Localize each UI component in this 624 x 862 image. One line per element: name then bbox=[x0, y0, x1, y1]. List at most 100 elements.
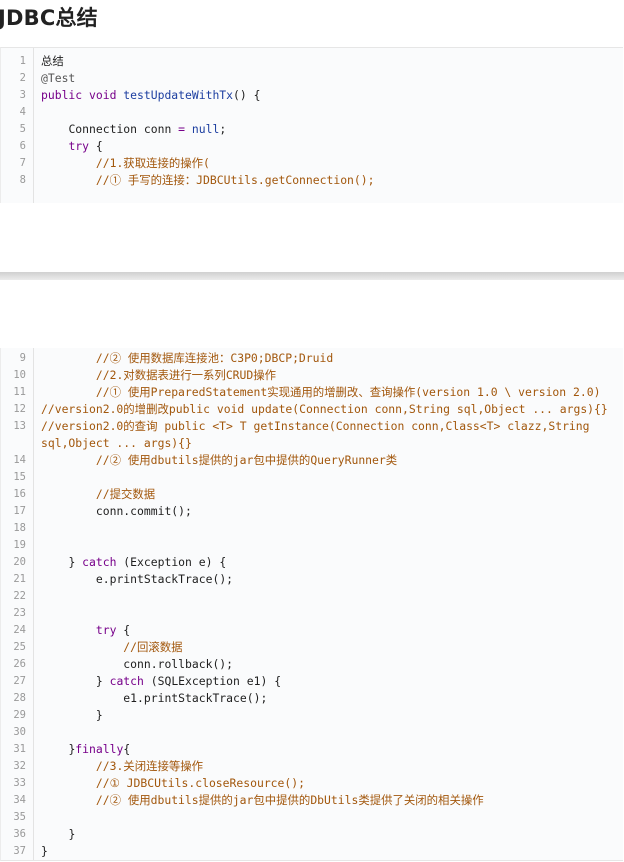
line-text: public void testUpdateWithTx() { bbox=[41, 87, 619, 104]
line-number: 24 bbox=[13, 624, 26, 636]
code-token: //① JDBCUtils.closeResource(); bbox=[41, 776, 305, 790]
line-number: 31 bbox=[13, 743, 26, 755]
code-token: //② 使用数据库连接池：C3P0;DBCP;Druid bbox=[41, 351, 334, 365]
page-break-divider bbox=[0, 272, 624, 280]
line-text: //② 使用数据库连接池：C3P0;DBCP;Druid bbox=[41, 350, 619, 367]
code-token: //提交数据 bbox=[41, 487, 156, 501]
code-token: conn.commit(); bbox=[41, 504, 192, 518]
code-token: } bbox=[41, 555, 83, 569]
code-line: 37} bbox=[1, 843, 623, 860]
code-line: 24 try { bbox=[1, 622, 623, 639]
code-token: //① 手写的连接：JDBCUtils.getConnection(); bbox=[41, 173, 375, 187]
line-number: 10 bbox=[13, 369, 26, 381]
code-line: 31 }finally{ bbox=[1, 741, 623, 758]
code-line: 33 //① JDBCUtils.closeResource(); bbox=[1, 775, 623, 792]
code-token: finally bbox=[75, 742, 124, 756]
code-token: ; bbox=[219, 122, 227, 136]
code-token: //version2.0的增删改public void update(Conne… bbox=[41, 402, 608, 416]
code-token: //version2.0的查询 public <T> T getInstance… bbox=[41, 419, 597, 450]
code-token: catch bbox=[82, 555, 117, 569]
line-text: //① JDBCUtils.closeResource(); bbox=[41, 775, 619, 792]
code-token: } bbox=[41, 827, 76, 841]
code-token: //1.获取连接的操作( bbox=[41, 156, 210, 170]
line-number: 33 bbox=[13, 777, 26, 789]
line-text: } catch (SQLException e1) { bbox=[41, 673, 619, 690]
code-token: //① 使用PreparedStatement实现通用的增删改、查询操作(ver… bbox=[41, 385, 601, 399]
code-line: 3 public void testUpdateWithTx() { bbox=[1, 87, 623, 104]
code-line: 14 //② 使用dbutils提供的jar包中提供的QueryRunner类 bbox=[1, 452, 623, 469]
code-token: } bbox=[41, 674, 110, 688]
code-line: 36 } bbox=[1, 826, 623, 843]
line-text: } bbox=[41, 843, 619, 860]
code-token: //2.对数据表进行一系列CRUD操作 bbox=[41, 368, 277, 382]
line-text: //2.对数据表进行一系列CRUD操作 bbox=[41, 367, 619, 384]
line-text: @Test bbox=[41, 70, 619, 87]
code-token: @Test bbox=[41, 71, 76, 85]
page-title: JDBC总结 bbox=[0, 6, 98, 30]
code-line: 7 //1.获取连接的操作( bbox=[1, 155, 623, 172]
code-line: 27 } catch (SQLException e1) { bbox=[1, 673, 623, 690]
line-text: //② 使用dbutils提供的jar包中提供的QueryRunner类 bbox=[41, 452, 619, 469]
line-number: 8 bbox=[19, 174, 26, 186]
line-text: } bbox=[41, 707, 619, 724]
line-number: 7 bbox=[19, 157, 26, 169]
line-text: 总结 bbox=[41, 53, 619, 70]
line-text: } bbox=[41, 826, 619, 843]
line-number: 26 bbox=[13, 658, 26, 670]
line-text: //① 手写的连接：JDBCUtils.getConnection(); bbox=[41, 172, 619, 189]
line-text: try { bbox=[41, 138, 619, 155]
line-text: try { bbox=[41, 622, 619, 639]
code-token: //② 使用dbutils提供的jar包中提供的QueryRunner类 bbox=[41, 453, 398, 467]
line-number: 1 bbox=[19, 55, 26, 67]
code-token: } bbox=[41, 708, 103, 722]
code-token: e.printStackTrace(); bbox=[41, 572, 234, 586]
line-text: //version2.0的增删改public void update(Conne… bbox=[41, 401, 619, 418]
line-number: 19 bbox=[13, 539, 26, 551]
code-token: //3.关闭连接等操作 bbox=[41, 759, 204, 773]
line-number: 16 bbox=[13, 488, 26, 500]
line-number: 21 bbox=[13, 573, 26, 585]
line-number: 28 bbox=[13, 692, 26, 704]
code-token: (SQLException e1) { bbox=[143, 674, 282, 688]
line-number: 15 bbox=[13, 471, 26, 483]
code-line: 1 总结 bbox=[1, 53, 623, 70]
code-block-bottom: 9 //② 使用数据库连接池：C3P0;DBCP;Druid 10 //2.对数据… bbox=[0, 348, 623, 861]
code-line: 29 } bbox=[1, 707, 623, 724]
line-number: 14 bbox=[13, 454, 26, 466]
code-line: 13 //version2.0的查询 public <T> T getInstan… bbox=[1, 418, 623, 452]
line-number: 12 bbox=[13, 403, 26, 415]
code-token: //回滚数据 bbox=[41, 640, 183, 654]
code-token: //② 使用dbutils提供的jar包中提供的DbUtils类提供了关闭的相关… bbox=[41, 793, 484, 807]
line-number: 35 bbox=[13, 811, 26, 823]
code-token: { bbox=[116, 623, 131, 637]
line-number: 2 bbox=[19, 72, 26, 84]
code-line: 12 //version2.0的增删改public void update(Con… bbox=[1, 401, 623, 418]
line-number: 30 bbox=[13, 726, 26, 738]
line-text: Connection conn = null; bbox=[41, 121, 619, 138]
line-text: conn.rollback(); bbox=[41, 656, 619, 673]
line-text: e.printStackTrace(); bbox=[41, 571, 619, 588]
code-token: conn.rollback(); bbox=[41, 657, 234, 671]
code-line: 28 e1.printStackTrace(); bbox=[1, 690, 623, 707]
code-lines: 1 总结 2 @Test 3 public void testUpdateWithTx()… bbox=[1, 53, 623, 189]
code-line: 4 bbox=[1, 104, 623, 121]
line-number: 17 bbox=[13, 505, 26, 517]
code-token: = bbox=[178, 122, 186, 136]
code-lines: 9 //② 使用数据库连接池：C3P0;DBCP;Druid 10 //2.对数据… bbox=[1, 350, 623, 860]
code-line: 34 //② 使用dbutils提供的jar包中提供的DbUtils类提供了关闭… bbox=[1, 792, 623, 809]
code-token: { bbox=[89, 139, 103, 153]
code-token: } bbox=[41, 742, 76, 756]
code-token: testUpdateWithTx bbox=[123, 88, 234, 102]
code-line: 23 bbox=[1, 605, 623, 622]
line-number: 6 bbox=[19, 140, 26, 152]
code-line: 9 //② 使用数据库连接池：C3P0;DBCP;Druid bbox=[1, 350, 623, 367]
code-line: 20 } catch (Exception e) { bbox=[1, 554, 623, 571]
code-token: } bbox=[41, 844, 48, 858]
code-line: 10 //2.对数据表进行一系列CRUD操作 bbox=[1, 367, 623, 384]
line-number: 11 bbox=[13, 386, 26, 398]
code-token: catch bbox=[109, 674, 144, 688]
code-line: 11 //① 使用PreparedStatement实现通用的增删改、查询操作(… bbox=[1, 384, 623, 401]
